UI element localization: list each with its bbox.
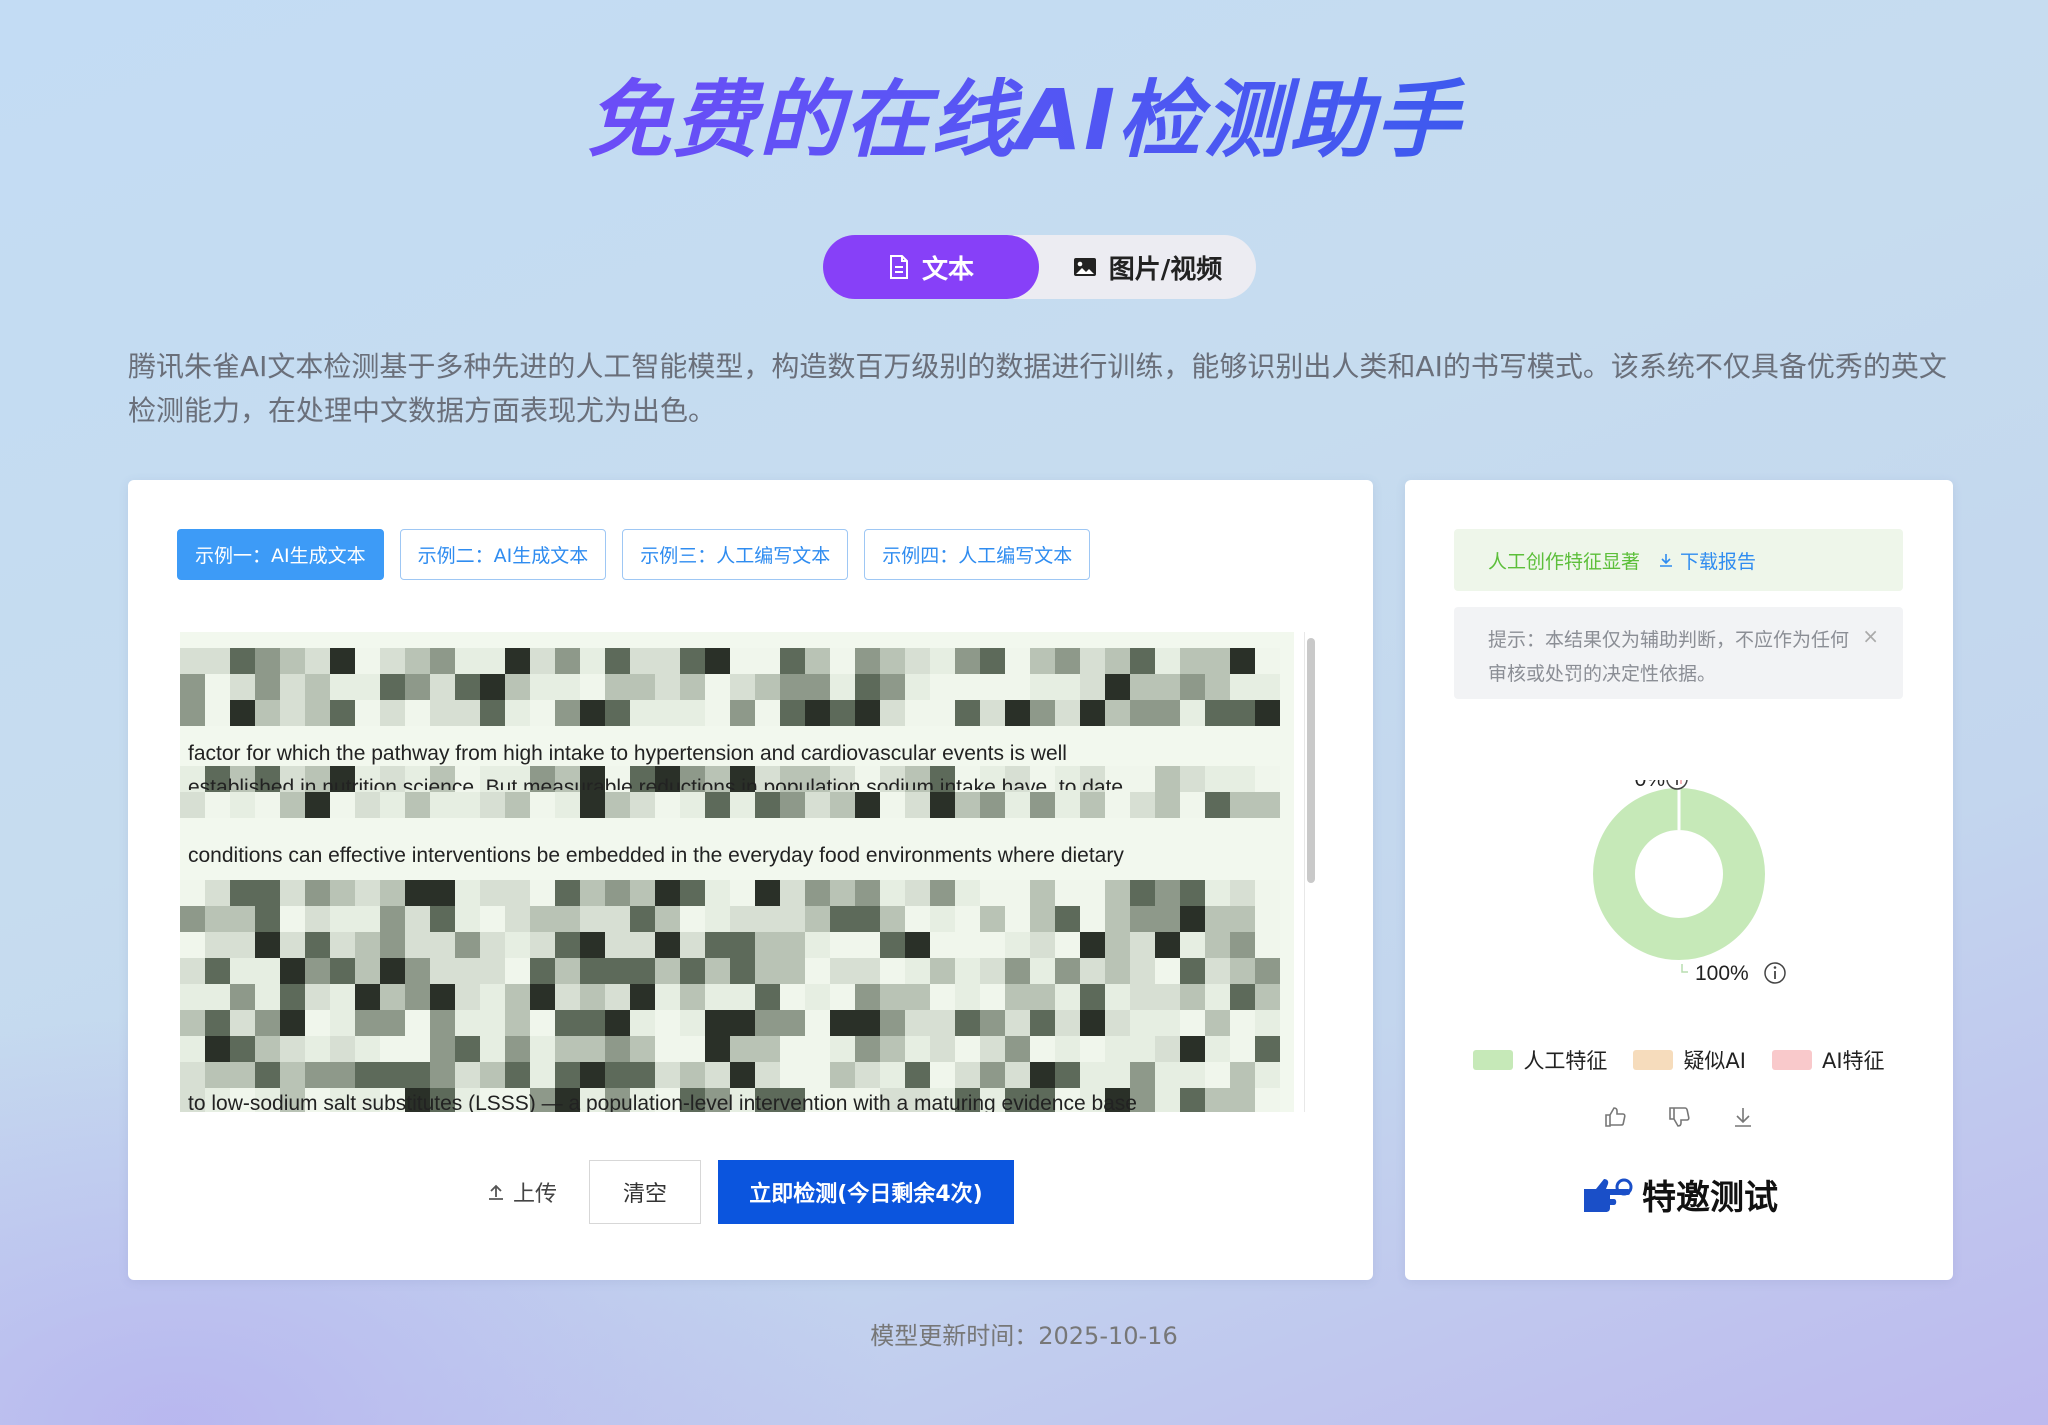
text-line: conditions can effective interventions b… [188, 844, 1124, 867]
tab-image-video[interactable]: 图片/视频 [1039, 235, 1256, 299]
label-leader-line [1675, 775, 1682, 784]
mode-switch: 文本 图片/视频 [823, 235, 1256, 299]
input-panel: 示例一：AI生成文本 示例二：AI生成文本 示例三：人工编写文本 示例四：人工编… [128, 480, 1373, 1280]
result-status: 人工创作特征显著 [1488, 550, 1641, 573]
legend-swatch [1473, 1050, 1514, 1070]
legend-swatch [1772, 1050, 1812, 1070]
invite-label: 特邀测试 [1642, 1178, 1778, 1218]
example-button-4[interactable]: 示例四：人工编写文本 [864, 529, 1091, 580]
redacted-text-row [180, 906, 1280, 932]
model-update-time: 模型更新时间：2025-10-16 [870, 1322, 1178, 1350]
text-line: factor for which the pathway from high i… [188, 742, 1067, 765]
tip-text: 提示：本结果仅为辅助判断，不应作为任何审核或处罚的决定性依据。 [1488, 629, 1850, 685]
legend-label: 人工特征 [1523, 1049, 1608, 1073]
result-chart: 0% 100% [1405, 768, 1953, 1040]
page-title: 免费的在线AI检测助手 [0, 70, 2048, 170]
thumbs-up-icon[interactable] [1603, 1105, 1627, 1129]
close-icon[interactable]: × [1862, 619, 1879, 653]
clear-button[interactable]: 清空 [589, 1160, 701, 1224]
label-leader-line [1681, 964, 1688, 973]
thumbs-down-icon[interactable] [1667, 1105, 1691, 1129]
text-line: to low-sodium salt substitutes (LSSS) — … [188, 1092, 1137, 1112]
result-summary: 人工创作特征显著 下载报告 [1454, 529, 1903, 591]
document-icon [889, 255, 908, 279]
redacted-text-row [180, 932, 1280, 958]
upload-button[interactable]: 上传 [487, 1176, 557, 1208]
example-button-1[interactable]: 示例一：AI生成文本 [177, 529, 384, 580]
tab-text[interactable]: 文本 [823, 235, 1039, 299]
download-report-link[interactable]: 下载报告 [1658, 547, 1756, 574]
redacted-text-row [180, 700, 1280, 726]
redacted-text-row [180, 648, 1280, 674]
tab-text-label: 文本 [921, 254, 974, 285]
scroll-thumb[interactable] [1307, 638, 1315, 883]
pointing-hand-icon [1584, 1178, 1633, 1212]
legend-label: AI特征 [1822, 1049, 1885, 1073]
disclaimer-tip: 提示：本结果仅为辅助判断，不应作为任何审核或处罚的决定性依据。 × [1454, 607, 1903, 699]
percent-label-human: 100% [1695, 962, 1749, 985]
text-line: established in nutrition science. But me… [188, 776, 1129, 790]
example-button-3[interactable]: 示例三：人工编写文本 [622, 529, 849, 580]
percent-label-ai: 0% [1635, 780, 1665, 791]
example-buttons: 示例一：AI生成文本 示例二：AI生成文本 示例三：人工编写文本 示例四：人工编… [177, 529, 1091, 580]
example-button-2[interactable]: 示例二：AI生成文本 [399, 529, 607, 580]
donut-chart: 0% 100% [1593, 768, 1786, 985]
upload-icon [488, 1184, 503, 1200]
redacted-text-row [180, 1010, 1280, 1036]
image-icon [1073, 258, 1096, 276]
redacted-text-row [180, 880, 1280, 906]
legend-item-suspect-ai: 疑似AI [1633, 1045, 1746, 1075]
redacted-text-row [180, 674, 1280, 700]
redacted-text-row [180, 958, 1280, 984]
chart-legend: 人工特征 疑似AI AI特征 [1405, 1045, 1953, 1075]
redacted-text-row [180, 1036, 1280, 1062]
legend-item-ai: AI特征 [1772, 1045, 1885, 1075]
result-panel: 人工创作特征显著 下载报告 提示：本结果仅为辅助判断，不应作为任何审核或处罚的决… [1405, 480, 1953, 1280]
info-icon [1764, 962, 1786, 984]
action-bar: 上传 清空 立即检测(今日剩余4次) [128, 1160, 1373, 1224]
redacted-text-row [180, 1062, 1280, 1088]
detect-button[interactable]: 立即检测(今日剩余4次) [718, 1160, 1014, 1224]
download-icon [1660, 554, 1673, 567]
legend-swatch [1633, 1050, 1674, 1070]
text-input-area[interactable]: factor for which the pathway from high i… [180, 632, 1294, 1112]
invite-badge[interactable]: 特邀测试 [1405, 1170, 1953, 1219]
description: 腾讯朱雀AI文本检测基于多种先进的人工智能模型，构造数百万级别的数据进行训练，能… [128, 350, 1947, 427]
textbox-scrollbar[interactable] [1304, 632, 1316, 1112]
upload-label: 上传 [512, 1182, 557, 1207]
tab-image-video-label: 图片/视频 [1108, 254, 1223, 285]
legend-label: 疑似AI [1683, 1049, 1746, 1073]
legend-item-human: 人工特征 [1473, 1045, 1607, 1075]
redacted-text-row [180, 984, 1280, 1010]
feedback-bar [1405, 1105, 1953, 1129]
redacted-text-row [180, 792, 1280, 818]
download-icon[interactable] [1731, 1105, 1755, 1129]
info-icon [1666, 768, 1688, 790]
download-report-label: 下载报告 [1680, 550, 1757, 573]
